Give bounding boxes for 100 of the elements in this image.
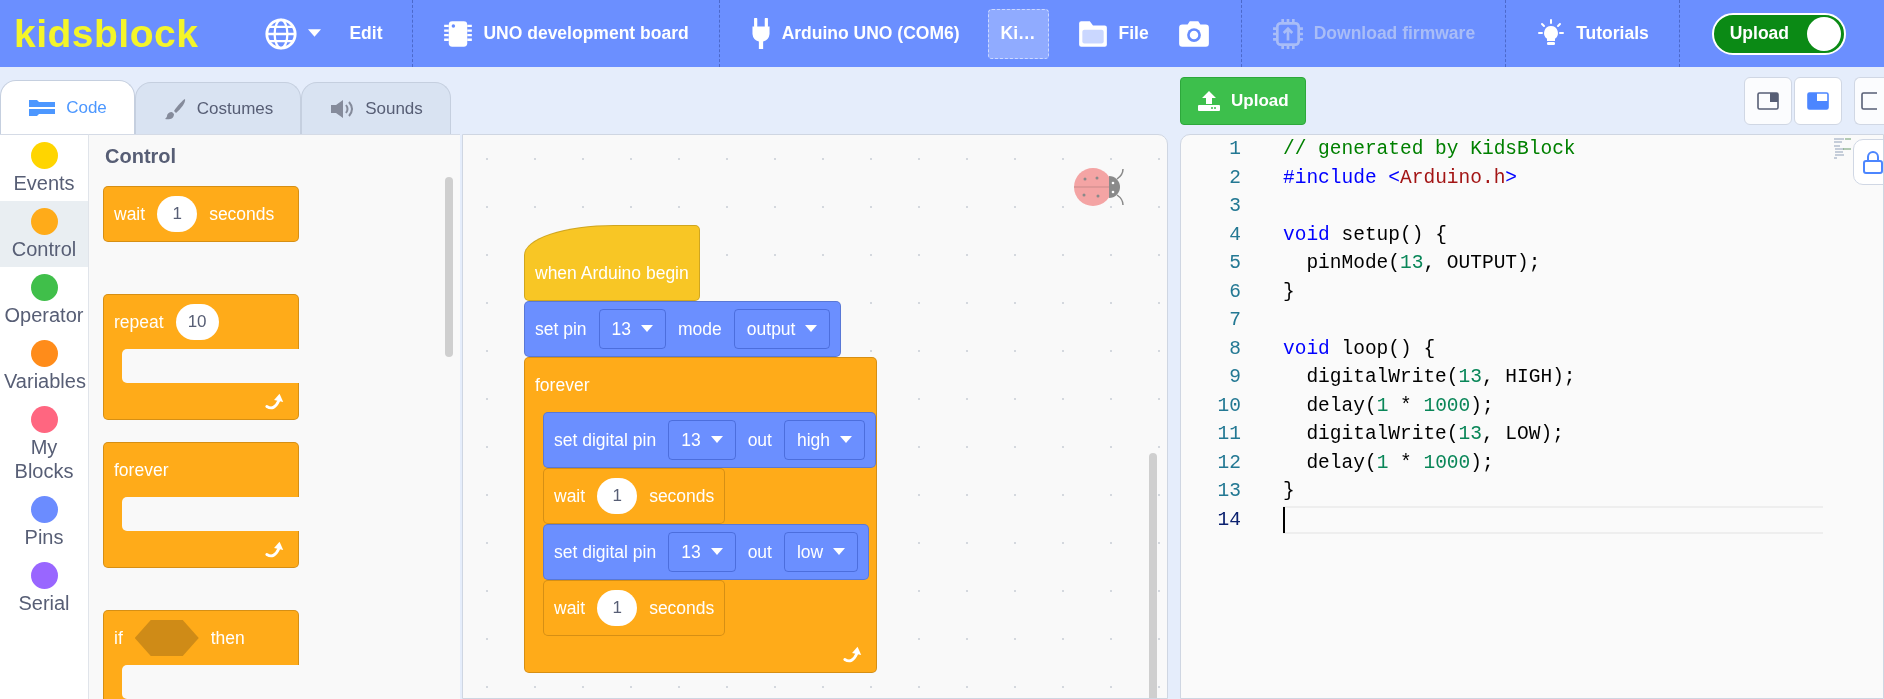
line-number: 6 [1228,280,1241,303]
line-number: 1 [1228,138,1241,161]
file-button[interactable]: File [1076,18,1149,49]
upload-icon [1197,89,1221,112]
caret-icon [710,436,723,444]
category-label: Serial [17,591,71,615]
code-line: #include <Arduino.h> [1283,166,1518,189]
loop-arrow-icon [264,539,286,559]
language-button[interactable] [264,16,322,51]
loop-block[interactable]: forever set digital pin 13 out high wait 1 seconds set digital pin 13 out low wait 1 seconds [524,357,878,673]
block-label: seconds [649,485,715,507]
code-line: delay(1 * 1000); [1305,394,1494,417]
block-label: when Arduino begin [535,262,689,284]
line-number: 14 [1216,508,1241,531]
dropdown-field[interactable]: 13 [668,420,736,460]
command-block[interactable]: wait 1 seconds [543,468,726,524]
command-block[interactable]: set digital pin 13 out low [543,524,870,580]
line-number: 4 [1228,223,1241,246]
dropdown-field[interactable]: 13 [668,532,736,572]
scrollbar[interactable] [1149,453,1157,698]
line-number: 13 [1216,480,1241,503]
dropdown-field[interactable]: output [733,309,831,349]
caret-icon [805,325,818,333]
blocks-icon [28,97,57,118]
code-line: } [1283,280,1295,303]
category-item[interactable]: Serial [0,555,88,621]
line-number: 3 [1228,195,1241,218]
brush-icon [162,96,187,121]
category-item[interactable]: My Blocks [0,399,88,489]
tab[interactable]: Costumes [135,82,301,134]
board-button[interactable]: UNO development board [443,18,689,49]
layout-icon [1757,91,1779,110]
category-label: Events [12,171,76,195]
category-label: Control [10,237,78,261]
menu-item[interactable]: Edit [349,23,383,44]
block-label: out [747,541,772,563]
number-input[interactable]: 1 [597,590,638,626]
command-block[interactable]: wait 1 seconds [543,580,726,636]
code-line: void setup() { [1283,223,1447,246]
code-line: delay(1 * 1000); [1305,451,1494,474]
command-block[interactable]: wait 1 seconds [103,186,299,242]
chip-icon [1271,17,1304,50]
dropdown-field[interactable]: high [783,420,866,460]
block-label: forever [535,374,590,396]
code-line: digitalWrite(13, LOW); [1305,423,1564,446]
category-label: Variables [4,369,84,393]
scrollbar[interactable] [445,177,453,357]
line-number: 5 [1228,252,1241,275]
code-line: // generated by KidsBlock [1283,138,1576,161]
tab[interactable]: Code [0,80,135,134]
tutorials-button[interactable]: Tutorials [1536,18,1649,49]
block-label: out [747,429,772,451]
category-item[interactable]: Variables [0,333,88,399]
text-cursor [1283,506,1285,533]
line-number: 11 [1216,423,1241,446]
block-label: set digital pin [554,429,657,451]
block-label: forever [114,459,169,481]
line-number: 9 [1228,366,1241,389]
mode-toggle[interactable]: Upload [1711,12,1846,55]
layout-button[interactable] [1854,76,1884,125]
tab[interactable]: Sounds [301,82,451,134]
line-number: 12 [1216,451,1241,474]
block-label: if [114,627,123,649]
line-number: 2 [1228,166,1241,189]
loop-block[interactable]: forever [103,442,299,568]
hat-block[interactable]: when Arduino begin [524,225,700,301]
number-input[interactable]: 10 [175,304,219,340]
code-line: pinMode(13, OUTPUT); [1305,252,1541,275]
lock-button[interactable] [1853,139,1883,185]
project-button[interactable]: Ki… [987,8,1049,59]
code-line: void loop() { [1283,337,1436,360]
category-item[interactable]: Pins [0,489,88,555]
folder-icon [1076,18,1109,49]
caret-icon [833,548,846,556]
loop-block[interactable]: repeat 10 [103,294,299,420]
caret-icon [641,325,654,333]
layout-button[interactable] [1744,76,1792,125]
layout-button[interactable] [1794,76,1842,125]
number-input[interactable]: 1 [157,196,198,232]
line-number: 10 [1216,394,1241,417]
port-button[interactable]: Arduino UNO (COM6) [749,17,960,50]
camera-button[interactable] [1176,18,1211,49]
category-label: Pins [23,525,65,549]
block-label: seconds [649,597,715,619]
minimap-drawing [1833,137,1853,161]
code-line: digitalWrite(13, HIGH); [1305,366,1576,389]
category-label: My Blocks [13,435,75,483]
line-number: 7 [1228,309,1241,332]
command-block[interactable]: set digital pin 13 out high [543,412,877,468]
dropdown-field[interactable]: low [783,532,859,572]
category-item[interactable]: Operator [0,267,88,333]
block-label: set digital pin [554,541,657,563]
dropdown-field[interactable]: 13 [598,309,667,349]
command-block[interactable]: set pin 13 mode output [524,301,842,357]
chip-icon [443,18,474,49]
number-input[interactable]: 1 [597,478,638,514]
category-item[interactable]: Control [0,201,88,267]
upload-button[interactable]: Upload [1180,76,1306,125]
category-item[interactable]: Events [0,135,88,201]
if-block[interactable]: if then [103,610,299,699]
